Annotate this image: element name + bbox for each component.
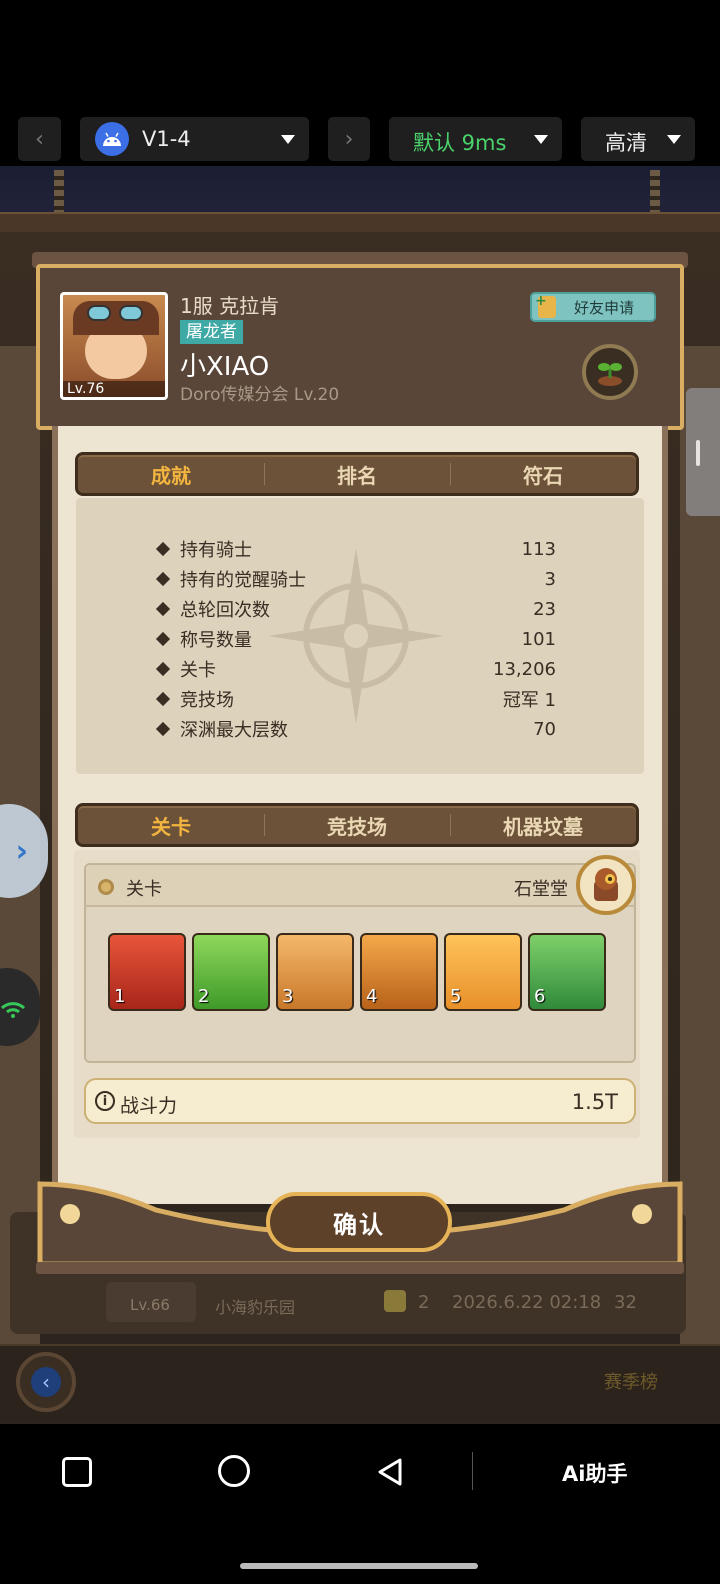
row-level: Lv.66 (130, 1296, 170, 1314)
stat-value: 113 (521, 538, 556, 560)
chevron-right-icon: › (15, 833, 28, 869)
team-tabs: 关卡 竞技场 机器坟墓 (75, 803, 639, 847)
stat-label: 称号数量 (180, 630, 252, 651)
forward-button[interactable]: › (328, 117, 370, 161)
profile-header: Lv.76 1服 克拉肯 屠龙者 小XIAO Doro传媒分会 Lv.20 + … (36, 264, 684, 430)
row-count: 2 (418, 1292, 430, 1313)
caret-down-icon (667, 135, 681, 144)
stat-row: 竞技场 冠军 1 (155, 684, 556, 714)
back-gear-button[interactable]: ‹ (16, 1352, 76, 1412)
recents-button[interactable] (62, 1457, 92, 1487)
chevron-right-icon: › (344, 126, 354, 152)
network-label: 默认 9ms (413, 131, 507, 155)
stat-value: 101 (521, 628, 556, 650)
back-arrow-icon: ‹ (31, 1367, 61, 1397)
season-ranking-tab[interactable]: 赛季榜 (604, 1368, 658, 1394)
pet-name: 石堂堂 (514, 879, 568, 900)
stat-label: 总轮回次数 (180, 600, 270, 621)
back-button[interactable]: ‹ (18, 117, 61, 161)
row-gear-icon (384, 1290, 406, 1312)
system-navbar: Ai助手 (0, 1424, 720, 1584)
robot-pet-icon (594, 868, 618, 901)
info-tabs: 成就 排名 符石 (75, 452, 639, 496)
version-label: V1-4 (142, 127, 191, 151)
stats-box: 持有骑士 113 持有的觉醒骑士 3 总轮回次数 23 称号数量 101 关卡 13,20… (76, 498, 644, 774)
version-selector[interactable]: V1-4 (80, 117, 309, 161)
sun-icon (98, 879, 114, 895)
sprout-icon (598, 363, 622, 386)
stat-row: 关卡 13,206 (155, 654, 556, 684)
hero-slot[interactable]: 2 (192, 933, 270, 1011)
back-triangle-icon[interactable] (374, 1456, 406, 1488)
quality-selector[interactable]: 高清 (581, 117, 695, 161)
row-park-name: 小海豹乐园 (215, 1298, 296, 1317)
combat-power-bar: i 战斗力 1.5T (84, 1078, 636, 1124)
team-header: 关卡 石堂堂 (86, 865, 634, 907)
tab-runes[interactable]: 符石 (450, 455, 636, 493)
tab-achievements[interactable]: 成就 (78, 455, 264, 493)
tab-machine-tomb[interactable]: 机器坟墓 (450, 806, 636, 844)
friend-request-button[interactable]: + 好友申请 (530, 292, 656, 322)
stat-label: 竞技场 (180, 690, 234, 711)
team-box: 关卡 石堂堂 1 2 3 4 5 6 (84, 863, 636, 1063)
chevron-left-icon: ‹ (35, 126, 44, 152)
wood-beam (0, 212, 720, 232)
title-badge: 屠龙者 (180, 320, 243, 344)
stat-value: 冠军 1 (502, 690, 556, 711)
hero-slot[interactable]: 3 (276, 933, 354, 1011)
quality-label: 高清 (605, 131, 647, 155)
home-indicator (240, 1563, 478, 1569)
pet-avatar[interactable] (576, 855, 636, 915)
confirm-button[interactable]: 确认 (266, 1192, 452, 1252)
network-selector[interactable]: 默认 9ms (389, 117, 562, 161)
hero-slot[interactable]: 6 (528, 933, 606, 1011)
hero-slot[interactable]: 4 (360, 933, 438, 1011)
home-button[interactable] (218, 1455, 250, 1487)
combat-power-value: 1.5T (571, 1090, 618, 1114)
stat-row: 称号数量 101 (155, 624, 556, 654)
stat-value: 70 (533, 718, 556, 740)
chain-right (650, 170, 660, 214)
chain-left (54, 170, 64, 214)
stat-row: 总轮回次数 23 (155, 594, 556, 624)
navbar-divider (472, 1452, 473, 1490)
server-name: 1服 克拉肯 (180, 294, 280, 318)
player-avatar[interactable]: Lv.76 (60, 292, 168, 400)
tab-stage[interactable]: 关卡 (78, 806, 264, 844)
stat-value: 13,206 (493, 658, 556, 680)
caret-down-icon (281, 135, 295, 144)
stat-label: 深渊最大层数 (180, 720, 288, 741)
hero-slot[interactable]: 5 (444, 933, 522, 1011)
friend-request-label: 好友申请 (574, 298, 635, 317)
wifi-icon (0, 1002, 26, 1018)
tab-ranking[interactable]: 排名 (264, 455, 450, 493)
ai-assistant-button[interactable]: Ai助手 (562, 1458, 627, 1488)
stat-row: 持有的觉醒骑士 3 (155, 564, 556, 594)
row-score: 32 (614, 1292, 637, 1313)
player-name: 小XIAO (180, 352, 270, 382)
team-header-label: 关卡 (126, 879, 162, 900)
guild-name: Doro传媒分会 Lv.20 (180, 385, 340, 405)
stat-label: 持有的觉醒骑士 (180, 570, 306, 591)
info-icon[interactable]: i (95, 1091, 115, 1111)
avatar-level: Lv.76 (63, 381, 165, 397)
stat-row: 深渊最大层数 70 (155, 714, 556, 744)
stat-value: 3 (544, 568, 556, 590)
stat-label: 持有骑士 (180, 540, 252, 561)
stat-row: 持有骑士 113 (155, 534, 556, 564)
right-edge-handle[interactable] (686, 388, 720, 516)
combat-power-label: 战斗力 (120, 1095, 178, 1117)
caret-down-icon (534, 135, 548, 144)
stat-label: 关卡 (180, 660, 216, 681)
hero-slot[interactable]: 1 (108, 933, 186, 1011)
sprout-button[interactable] (582, 344, 638, 400)
row-datetime: 2026.6.22 02:18 (452, 1292, 602, 1313)
android-icon (95, 122, 129, 156)
add-friend-icon: + (535, 293, 556, 318)
tab-arena[interactable]: 竞技场 (264, 806, 450, 844)
stat-value: 23 (533, 598, 556, 620)
status-bar-area (0, 0, 720, 110)
